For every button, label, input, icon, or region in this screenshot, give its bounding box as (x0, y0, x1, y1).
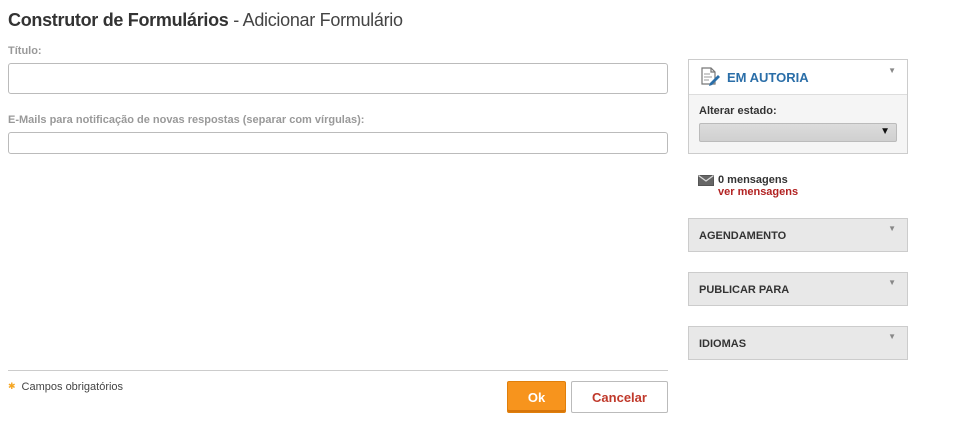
workflow-status-box: EM AUTORIA ▼ Alterar estado: ▼ (688, 59, 908, 154)
required-note: ✱ Campos obrigatórios (8, 381, 123, 393)
title-label: Título: (8, 45, 42, 57)
messages-count: 0 mensagens (718, 174, 788, 186)
page-title-app: Construtor de Formulários (8, 10, 229, 30)
workflow-status-header[interactable]: EM AUTORIA ▼ (689, 60, 907, 95)
panel-publish-to[interactable]: PUBLICAR PARA ▼ (688, 272, 908, 306)
envelope-icon (698, 175, 714, 186)
emails-label: E-Mails para notificação de novas respos… (8, 114, 365, 126)
panel-languages[interactable]: IDIOMAS ▼ (688, 326, 908, 360)
view-messages-link[interactable]: ver mensagens (718, 186, 798, 198)
required-star-icon: ✱ (8, 381, 16, 391)
panel-scheduling-label: AGENDAMENTO (699, 230, 787, 242)
collapse-arrow-icon[interactable]: ▼ (888, 224, 896, 233)
panel-languages-label: IDIOMAS (699, 338, 747, 350)
collapse-arrow-icon[interactable]: ▼ (888, 278, 896, 287)
page-title-action: - Adicionar Formulário (228, 10, 403, 30)
collapse-arrow-icon[interactable]: ▼ (888, 66, 896, 75)
required-note-text: Campos obrigatórios (21, 381, 124, 393)
page-title: Construtor de Formulários - Adicionar Fo… (8, 10, 403, 31)
title-input[interactable] (8, 63, 668, 94)
panel-scheduling[interactable]: AGENDAMENTO ▼ (688, 218, 908, 252)
document-edit-icon (701, 67, 720, 86)
footer-divider (8, 370, 668, 371)
emails-input[interactable] (8, 132, 668, 154)
workflow-status-body: Alterar estado: ▼ (689, 95, 907, 153)
cancel-button[interactable]: Cancelar (571, 381, 668, 413)
panel-publish-to-label: PUBLICAR PARA (699, 284, 790, 296)
status-select[interactable]: ▼ (699, 123, 897, 142)
ok-button[interactable]: Ok (507, 381, 566, 413)
dropdown-caret-icon: ▼ (880, 126, 890, 137)
change-status-label: Alterar estado: (699, 105, 777, 117)
workflow-status-title: EM AUTORIA (727, 70, 809, 85)
collapse-arrow-icon[interactable]: ▼ (888, 332, 896, 341)
